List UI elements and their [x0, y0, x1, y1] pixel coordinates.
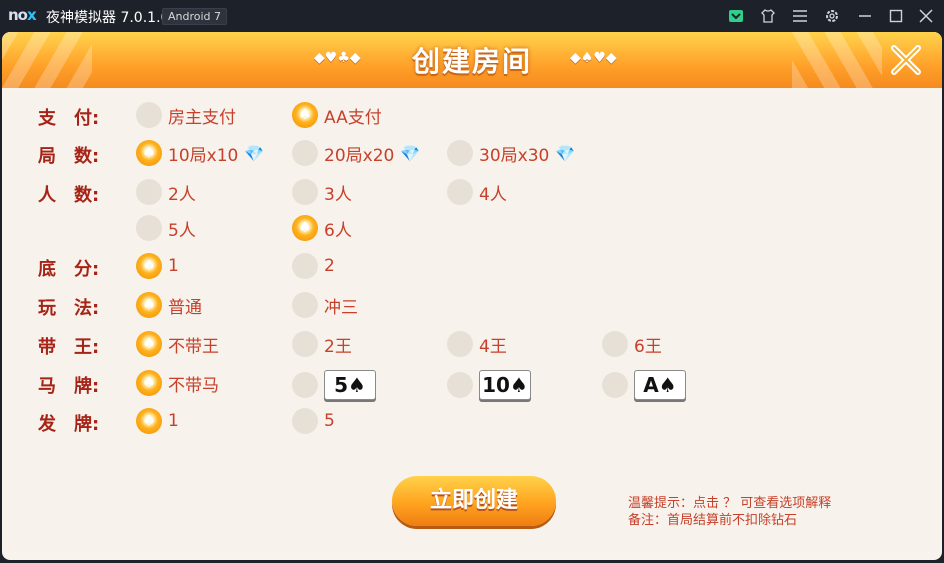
deal-option-1[interactable]: 1 — [136, 408, 179, 434]
diamond-icon: 💎 — [400, 143, 421, 163]
maximize-icon[interactable] — [886, 6, 906, 26]
dialog-title: 创建房间 — [411, 45, 532, 78]
jokers-option-2[interactable]: 2王 — [292, 331, 352, 357]
tip-note: 备注：首局结算前不扣除钻石 — [628, 513, 798, 528]
radio-icon — [602, 372, 628, 398]
dialog-header: ◆♥♣◆ 创建房间 ◆♠♥◆ — [2, 32, 942, 88]
radio-selected-icon — [292, 215, 318, 241]
menu-icon[interactable] — [790, 6, 810, 26]
base-option-1[interactable]: 1 — [136, 253, 179, 279]
diamond-icon: 💎 — [555, 143, 576, 163]
radio-selected-icon — [136, 408, 162, 434]
radio-icon — [292, 372, 318, 398]
horse-label: 马 牌: — [38, 376, 100, 397]
create-room-button[interactable]: 立即创建 — [392, 476, 556, 526]
radio-icon — [447, 372, 473, 398]
radio-selected-icon — [136, 331, 162, 357]
rounds-option-10[interactable]: 10局x10💎 — [136, 140, 264, 166]
header-deco-right: ◆♠♥◆ — [570, 50, 617, 66]
players-option-3[interactable]: 3人 — [292, 179, 352, 205]
rounds-label: 局 数: — [38, 146, 100, 167]
radio-selected-icon — [136, 370, 162, 396]
card-10-spades: 10♠ — [479, 370, 531, 400]
radio-icon — [292, 292, 318, 318]
radio-icon — [136, 215, 162, 241]
pay-option-owner[interactable]: 房主支付 — [136, 102, 236, 128]
store-icon[interactable] — [726, 6, 746, 26]
shirt-icon[interactable] — [758, 6, 778, 26]
nox-logo: nox — [8, 6, 37, 24]
horse-option-none[interactable]: 不带马 — [136, 370, 219, 396]
radio-selected-icon — [292, 102, 318, 128]
radio-icon — [136, 102, 162, 128]
deal-option-5[interactable]: 5 — [292, 408, 335, 434]
radio-icon — [447, 179, 473, 205]
create-room-dialog: ◆♥♣◆ 创建房间 ◆♠♥◆ 支 付: 房主支付 AA支付 局 数: 10局x1… — [2, 32, 942, 560]
radio-icon — [292, 253, 318, 279]
jokers-option-none[interactable]: 不带王 — [136, 331, 219, 357]
base-score-label: 底 分: — [38, 259, 100, 280]
radio-icon — [447, 331, 473, 357]
pay-label: 支 付: — [38, 108, 100, 129]
radio-icon — [447, 140, 473, 166]
mode-label: 玩 法: — [38, 298, 100, 319]
dialog-close-button[interactable] — [884, 38, 928, 82]
horse-option-a-spades[interactable]: A♠ — [602, 370, 686, 400]
radio-selected-icon — [136, 140, 162, 166]
rounds-option-20[interactable]: 20局x20 💎 — [292, 140, 420, 166]
players-option-6[interactable]: 6人 — [292, 215, 352, 241]
window-close-icon[interactable] — [916, 6, 936, 26]
app-title: 夜神模拟器 7.0.1.0 — [46, 10, 170, 26]
radio-selected-icon — [136, 292, 162, 318]
jokers-option-4[interactable]: 4王 — [447, 331, 507, 357]
pay-option-aa[interactable]: AA支付 — [292, 102, 382, 128]
mode-option-normal[interactable]: 普通 — [136, 292, 202, 318]
jokers-label: 带 王: — [38, 337, 100, 358]
radio-icon — [602, 331, 628, 357]
radio-icon — [292, 331, 318, 357]
card-5-spades: 5♠ — [324, 370, 376, 400]
jokers-option-6[interactable]: 6王 — [602, 331, 662, 357]
gear-icon[interactable] — [822, 6, 842, 26]
rounds-option-30[interactable]: 30局x30 💎 — [447, 140, 575, 166]
minimize-icon[interactable] — [855, 6, 875, 26]
radio-icon — [136, 179, 162, 205]
players-option-5[interactable]: 5人 — [136, 215, 196, 241]
base-option-2[interactable]: 2 — [292, 253, 335, 279]
players-option-2[interactable]: 2人 — [136, 179, 196, 205]
android-version-badge: Android 7 — [162, 8, 228, 25]
horse-option-10-spades[interactable]: 10♠ — [447, 370, 531, 400]
horse-option-5-spades[interactable]: 5♠ — [292, 370, 376, 400]
players-label: 人 数: — [38, 185, 100, 206]
players-option-4[interactable]: 4人 — [447, 179, 507, 205]
radio-selected-icon — [136, 253, 162, 279]
radio-icon — [292, 140, 318, 166]
emulator-titlebar: nox 夜神模拟器 7.0.1.0 Android 7 — [0, 0, 944, 32]
diamond-icon: 💎 — [244, 143, 265, 163]
radio-icon — [292, 408, 318, 434]
radio-icon — [292, 179, 318, 205]
mode-option-rush[interactable]: 冲三 — [292, 292, 358, 318]
deal-label: 发 牌: — [38, 414, 100, 435]
card-a-spades: A♠ — [634, 370, 686, 400]
